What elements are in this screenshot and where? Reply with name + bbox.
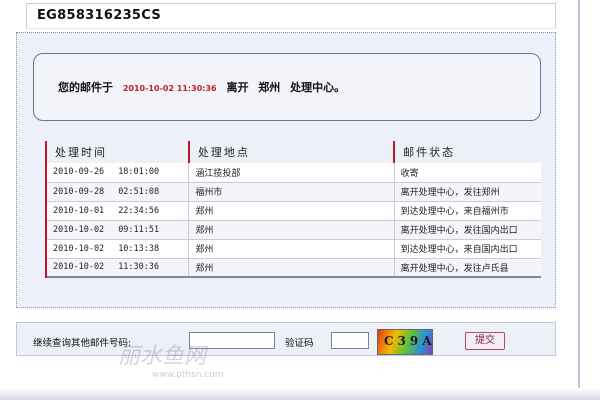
row-date: 2010-10-02 bbox=[53, 262, 105, 273]
captcha-input[interactable] bbox=[331, 332, 369, 349]
row-location: 郑州 bbox=[188, 201, 395, 221]
row-status: 收寄 bbox=[393, 163, 541, 183]
row-location: 郑州 bbox=[188, 258, 395, 278]
row-time: 02:51:08 bbox=[118, 186, 160, 197]
watermark: 丽水鱼网 bbox=[118, 344, 207, 369]
right-divider bbox=[578, 0, 580, 400]
table-row: 2010-09-28 02:51:08 福州市 离开处理中心，发往郑州 bbox=[45, 182, 541, 202]
row-status: 到达处理中心，来自福州市 bbox=[393, 201, 541, 221]
captcha-label: 验证码 bbox=[285, 338, 314, 349]
table-row: 2010-10-02 11:30:36 郑州 离开处理中心，发往卢氏县 bbox=[45, 258, 541, 278]
row-time: 09:11:51 bbox=[118, 224, 160, 235]
query-bar: 继续查询其他邮件号码: 验证码 C39A 提交 bbox=[16, 322, 556, 356]
column-header-time: 处理时间 bbox=[45, 141, 189, 163]
row-time: 10:13:38 bbox=[118, 243, 160, 254]
watermark-url: www.pthsn.com bbox=[152, 370, 224, 380]
row-datetime: 2010-09-26 18:01:00 bbox=[45, 163, 189, 183]
status-city: 郑州 bbox=[258, 81, 281, 94]
row-time: 18:01:00 bbox=[118, 167, 160, 178]
column-header-status: 邮件状态 bbox=[393, 141, 541, 163]
table-body: 2010-09-26 18:01:00 涵江揽投部 收寄 2010-09-28 02:51… bbox=[45, 163, 541, 278]
row-date: 2010-09-28 bbox=[53, 186, 105, 197]
column-header-location: 处理地点 bbox=[187, 141, 395, 163]
row-date: 2010-10-02 bbox=[53, 224, 105, 235]
table-header-row: 处理时间 处理地点 邮件状态 bbox=[45, 141, 541, 163]
bottom-edge bbox=[0, 388, 600, 400]
table-row: 2010-10-01 22:34:56 郑州 到达处理中心，来自福州市 bbox=[45, 201, 541, 221]
row-status: 离开处理中心，发往郑州 bbox=[393, 182, 541, 202]
tracking-header: EG858316235CS bbox=[26, 3, 556, 28]
captcha-image[interactable]: C39A bbox=[377, 329, 433, 355]
query-label: 继续查询其他邮件号码: bbox=[33, 338, 132, 349]
row-date: 2010-09-26 bbox=[53, 167, 105, 178]
status-action: 离开 bbox=[226, 81, 249, 94]
row-datetime: 2010-10-02 11:30:36 bbox=[45, 258, 189, 278]
row-time: 22:34:56 bbox=[118, 205, 160, 216]
row-status: 离开处理中心，发往国内出口 bbox=[393, 220, 541, 240]
table-row: 2010-10-02 09:11:51 郑州 离开处理中心，发往国内出口 bbox=[45, 220, 541, 240]
status-location: 处理中心。 bbox=[290, 81, 346, 94]
row-location: 郑州 bbox=[188, 220, 395, 240]
tracking-number: EG858316235CS bbox=[37, 8, 162, 23]
status-timestamp: 2010-10-02 11:30:36 bbox=[122, 84, 217, 93]
submit-button[interactable]: 提交 bbox=[465, 332, 505, 350]
row-location: 涵江揽投部 bbox=[188, 163, 395, 183]
row-datetime: 2010-10-02 10:13:38 bbox=[45, 239, 189, 259]
status-summary-box: 您的邮件于 2010-10-02 11:30:36 离开 郑州 处理中心。 bbox=[33, 53, 541, 121]
status-prefix: 您的邮件于 bbox=[58, 81, 113, 94]
tracking-table: 处理时间 处理地点 邮件状态 2010-09-26 18:01:00 涵江揽投部 收寄… bbox=[45, 141, 541, 278]
row-location: 郑州 bbox=[188, 239, 395, 259]
row-datetime: 2010-10-02 09:11:51 bbox=[45, 220, 189, 240]
row-datetime: 2010-09-28 02:51:08 bbox=[45, 182, 189, 202]
row-date: 2010-10-02 bbox=[53, 243, 105, 254]
row-status: 到达处理中心，来自国内出口 bbox=[393, 239, 541, 259]
status-summary: 您的邮件于 2010-10-02 11:30:36 离开 郑州 处理中心。 bbox=[58, 79, 345, 95]
row-status: 离开处理中心，发往卢氏县 bbox=[393, 258, 541, 278]
row-datetime: 2010-10-01 22:34:56 bbox=[45, 201, 189, 221]
table-row: 2010-10-02 10:13:38 郑州 到达处理中心，来自国内出口 bbox=[45, 239, 541, 259]
row-date: 2010-10-01 bbox=[53, 205, 105, 216]
table-row: 2010-09-26 18:01:00 涵江揽投部 收寄 bbox=[45, 163, 541, 183]
result-panel: 您的邮件于 2010-10-02 11:30:36 离开 郑州 处理中心。 处理… bbox=[16, 32, 556, 308]
row-location: 福州市 bbox=[188, 182, 395, 202]
row-time: 11:30:36 bbox=[118, 262, 160, 273]
